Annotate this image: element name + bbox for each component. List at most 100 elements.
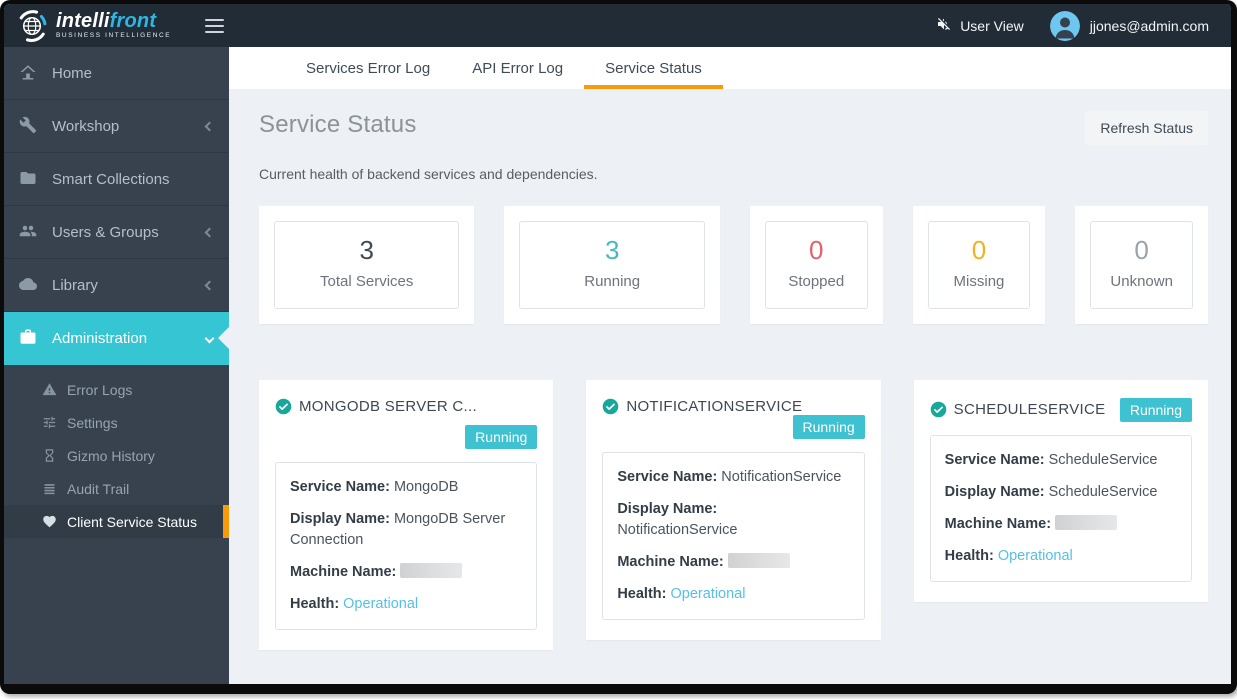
stat-card-unknown: 0 Unknown xyxy=(1075,206,1209,324)
refresh-status-button[interactable]: Refresh Status xyxy=(1085,111,1208,145)
mute-speaker-icon xyxy=(936,16,952,35)
tab-service-status[interactable]: Service Status xyxy=(584,47,723,89)
service-card-scheduleservice: SCHEDULESERVICE Running Service Name: Sch… xyxy=(913,379,1208,603)
sidebar-item-library[interactable]: Library xyxy=(4,259,229,312)
users-icon xyxy=(19,222,39,242)
stat-label: Stopped xyxy=(788,272,845,290)
main-content: Services Error Log API Error Log Service… xyxy=(229,47,1231,684)
sidebar: Home Workshop Smart Collections Users & … xyxy=(4,47,229,684)
field-label: Service Name: xyxy=(617,469,718,486)
stat-card-stopped: 0 Stopped xyxy=(749,206,883,324)
chevron-left-icon xyxy=(204,280,215,290)
service-title: MONGODB SERVER C... xyxy=(299,397,477,415)
machine-name-redacted xyxy=(727,553,790,569)
active-subitem-indicator xyxy=(223,505,229,538)
field-label: Machine Name: xyxy=(290,564,397,581)
stat-value: 0 xyxy=(971,235,987,265)
field-label: Service Name: xyxy=(290,479,390,496)
topbar: intellifront BUSINESS INTELLIGENCE User … xyxy=(4,4,1231,47)
service-card-notificationservice: NOTIFICATIONSERVICE Running Service Name… xyxy=(586,379,881,641)
status-badge: Running xyxy=(1119,397,1192,423)
tab-services-error-log[interactable]: Services Error Log xyxy=(285,47,451,89)
health-value: Operational xyxy=(997,548,1073,565)
tab-bar: Services Error Log API Error Log Service… xyxy=(229,47,1231,89)
check-circle-icon xyxy=(602,398,619,415)
hourglass-icon xyxy=(42,448,58,464)
status-badge: Running xyxy=(792,414,865,440)
field-label: Machine Name: xyxy=(944,516,1052,533)
display-name-value: ScheduleService xyxy=(1048,484,1158,501)
globe-logo-icon xyxy=(14,8,50,44)
field-label: Machine Name: xyxy=(617,554,724,571)
briefcase-icon xyxy=(19,328,39,348)
service-details: Service Name: ScheduleService Display Nam… xyxy=(929,435,1192,583)
administration-submenu: Error Logs Settings Gizmo History Audit … xyxy=(4,365,229,548)
stat-card-running: 3 Running xyxy=(504,206,720,324)
user-view-label: User View xyxy=(960,17,1024,34)
stat-label: Running xyxy=(584,272,641,290)
stat-label: Unknown xyxy=(1110,272,1173,290)
folder-icon xyxy=(19,169,39,189)
service-title: SCHEDULESERVICE xyxy=(953,401,1106,419)
service-name-value: NotificationService xyxy=(721,469,842,486)
status-badge: Running xyxy=(465,424,538,450)
chevron-left-icon xyxy=(204,227,215,237)
service-status-page: Service Status Refresh Status Current he… xyxy=(229,89,1231,684)
sidebar-item-administration[interactable]: Administration xyxy=(4,312,229,365)
page-subtitle: Current health of backend services and d… xyxy=(259,166,598,182)
check-circle-icon xyxy=(930,401,947,418)
user-email: jjones@admin.com xyxy=(1089,17,1209,34)
stat-value: 0 xyxy=(1134,235,1149,265)
field-label: Display Name: xyxy=(617,501,718,518)
avatar xyxy=(1049,10,1080,41)
service-name-value: MongoDB xyxy=(393,479,459,496)
app-window: intellifront BUSINESS INTELLIGENCE User … xyxy=(0,0,1237,694)
sidebar-subitem-client-service-status[interactable]: Client Service Status xyxy=(4,505,229,538)
cloud-icon xyxy=(19,275,39,295)
stat-card-total-services: 3 Total Services xyxy=(259,206,475,324)
field-label: Display Name: xyxy=(944,484,1045,501)
stat-label: Missing xyxy=(953,272,1005,290)
sidebar-subitem-error-logs[interactable]: Error Logs xyxy=(4,373,229,406)
check-circle-icon xyxy=(275,398,292,415)
stat-value: 3 xyxy=(359,235,374,265)
account-menu[interactable]: jjones@admin.com xyxy=(1049,10,1209,41)
stat-label: Total Services xyxy=(320,272,414,290)
service-details: Service Name: NotificationService Display… xyxy=(602,452,865,621)
sidebar-subitem-settings[interactable]: Settings xyxy=(4,406,229,439)
services-row: MONGODB SERVER C... Running Service Name… xyxy=(259,379,1208,651)
sidebar-item-workshop[interactable]: Workshop xyxy=(4,100,229,153)
user-view-toggle[interactable]: User View xyxy=(936,16,1024,35)
sidebar-item-home[interactable]: Home xyxy=(4,47,229,100)
health-value: Operational xyxy=(670,586,746,603)
field-label: Service Name: xyxy=(944,452,1045,469)
stat-value: 3 xyxy=(604,235,620,265)
hamburger-menu-icon[interactable] xyxy=(201,11,228,41)
chevron-down-icon xyxy=(204,333,215,343)
logo[interactable]: intellifront BUSINESS INTELLIGENCE xyxy=(14,8,171,44)
machine-name-redacted xyxy=(1055,515,1118,531)
home-icon xyxy=(19,63,39,83)
stat-card-missing: 0 Missing xyxy=(912,206,1046,324)
service-details: Service Name: MongoDB Display Name: MongoD… xyxy=(275,462,538,631)
service-title: NOTIFICATIONSERVICE xyxy=(626,397,803,415)
service-name-value: ScheduleService xyxy=(1048,452,1158,469)
field-label: Health: xyxy=(944,548,994,565)
health-value: Operational xyxy=(343,596,419,613)
stats-row: 3 Total Services 3 Running 0 Stopped 0 M… xyxy=(259,206,1209,324)
sidebar-item-smart-collections[interactable]: Smart Collections xyxy=(4,153,229,206)
display-name-value: NotificationService xyxy=(617,522,738,539)
field-label: Health: xyxy=(290,596,340,613)
page-title: Service Status xyxy=(259,111,417,138)
logo-wordmark: intellifront xyxy=(56,10,157,33)
wrench-icon xyxy=(19,116,39,136)
chevron-left-icon xyxy=(204,121,215,131)
warning-icon xyxy=(42,382,58,398)
logo-tagline: BUSINESS INTELLIGENCE xyxy=(56,32,172,40)
stat-value: 0 xyxy=(809,235,824,265)
sidebar-subitem-audit-trail[interactable]: Audit Trail xyxy=(4,472,229,505)
sidebar-subitem-gizmo-history[interactable]: Gizmo History xyxy=(4,439,229,472)
field-label: Display Name: xyxy=(290,511,390,528)
sidebar-item-users-groups[interactable]: Users & Groups xyxy=(4,206,229,259)
tab-api-error-log[interactable]: API Error Log xyxy=(451,47,584,89)
